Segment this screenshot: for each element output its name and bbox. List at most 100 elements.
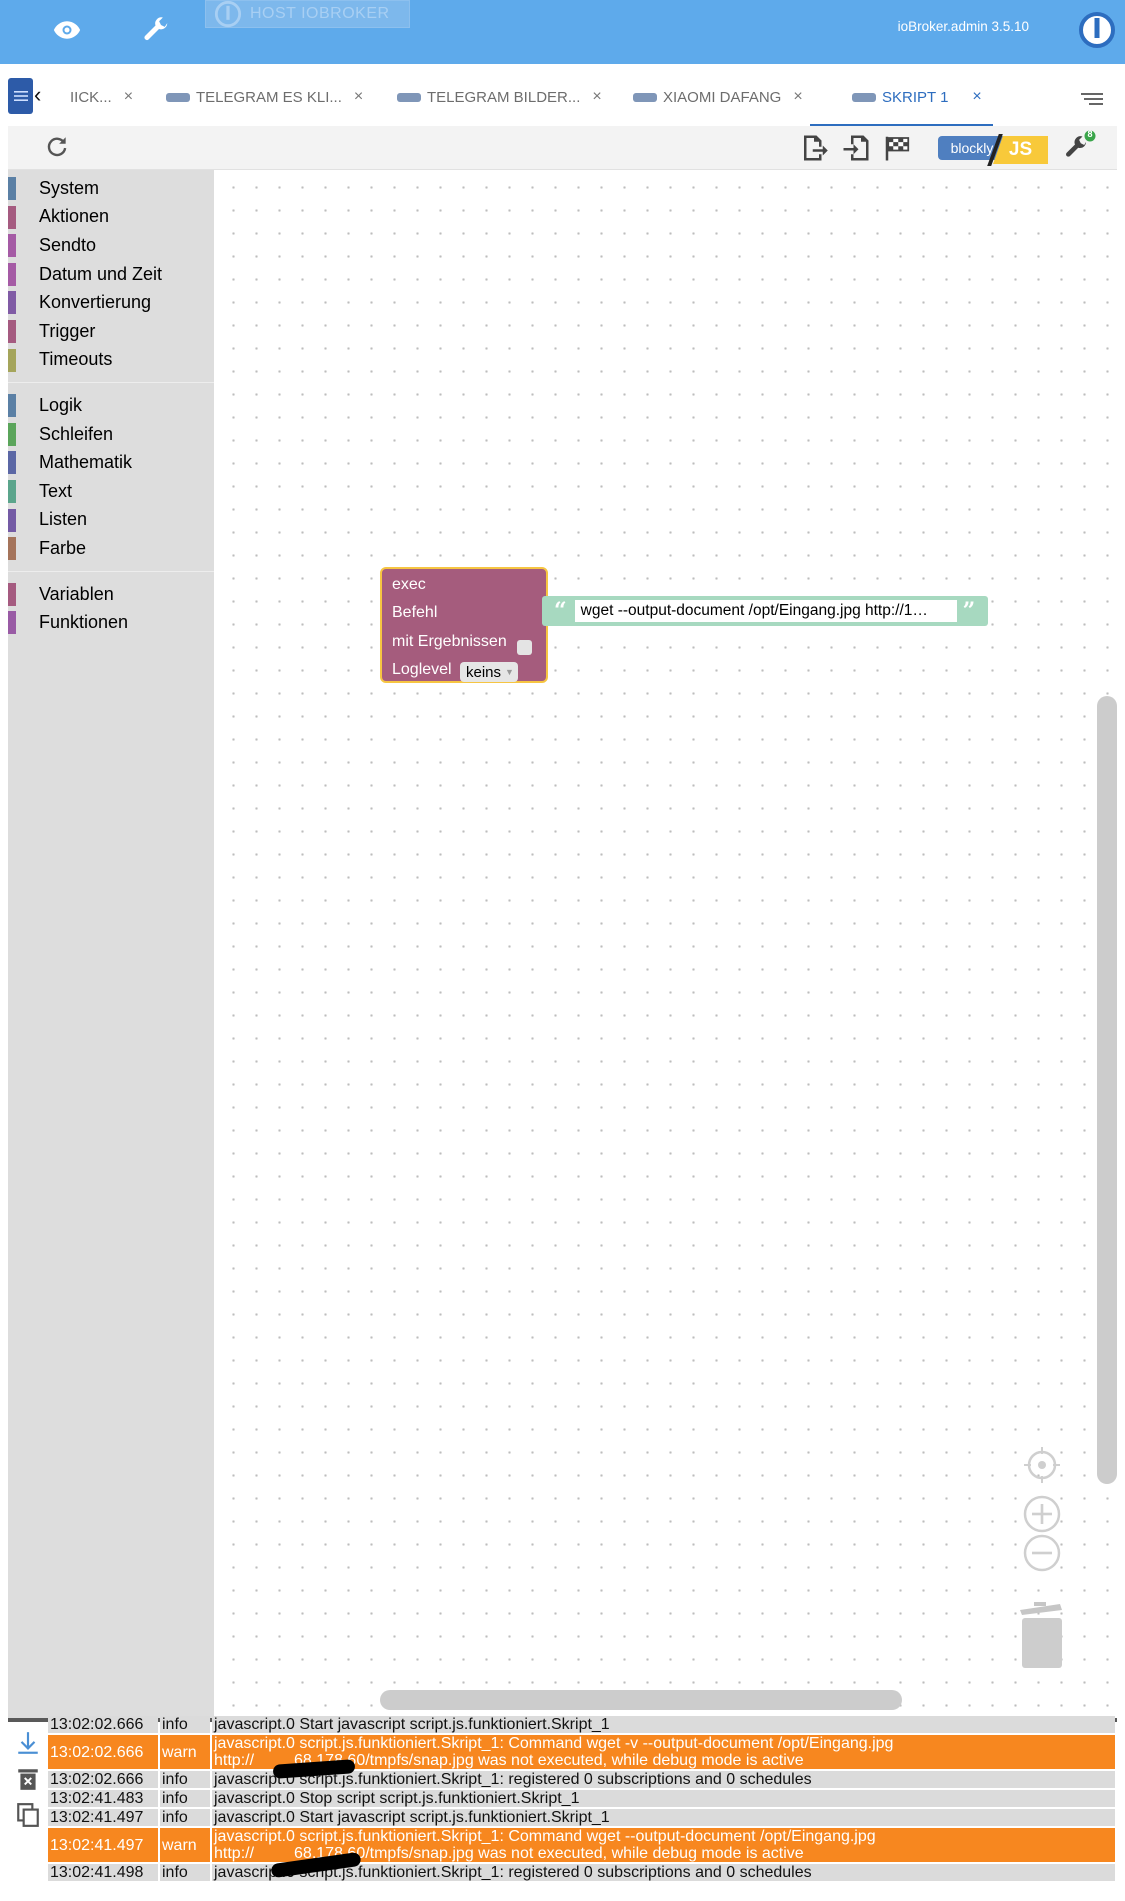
scroll-down-icon[interactable] [15, 1730, 41, 1756]
results-checkbox[interactable] [517, 640, 532, 655]
category-label: Farbe [39, 537, 87, 558]
menu-toggle-button[interactable] [8, 78, 33, 114]
tab-menu-icon[interactable] [1081, 92, 1103, 106]
category-konvertierung[interactable]: Konvertierung [8, 288, 214, 317]
tab-script-0[interactable]: IICK... × [70, 84, 133, 110]
close-quote-icon: ” [962, 598, 976, 624]
refresh-icon[interactable] [44, 134, 70, 160]
category-color-bar [8, 582, 16, 606]
blockly-icon [397, 92, 421, 102]
category-text[interactable]: Text [8, 477, 214, 506]
debug-flag-icon[interactable] [881, 132, 913, 164]
tab-script-3[interactable]: XIAOMI DAFANG × [633, 84, 803, 110]
category-label: Timeouts [39, 349, 113, 370]
category-aktionen[interactable]: Aktionen [8, 203, 214, 232]
category-trigger[interactable]: Trigger [8, 317, 214, 346]
loglevel-dropdown[interactable]: keins ▼ [460, 662, 518, 682]
blockly-icon [633, 92, 657, 102]
category-label: Text [39, 480, 73, 501]
category-label: Konvertierung [39, 292, 152, 313]
category-color-bar [8, 262, 16, 286]
settings-wrench-icon[interactable]: 8 [1062, 129, 1096, 164]
blockly-workspace[interactable]: exec Befehl mit Ergebnissen Loglevel kei… [214, 170, 1117, 1718]
category-sendto[interactable]: Sendto [8, 231, 214, 260]
log-time: 13:02:41.497 [48, 1809, 158, 1826]
tab-label: XIAOMI DAFANG [663, 88, 782, 106]
vertical-scrollbar[interactable] [1097, 696, 1117, 1484]
category-mathematik[interactable]: Mathematik [8, 448, 214, 477]
power-icon[interactable] [1077, 10, 1117, 50]
tab-script-1[interactable]: TELEGRAM ES KLI... × [166, 84, 363, 110]
eye-icon[interactable] [47, 10, 87, 50]
category-timeouts[interactable]: Timeouts [8, 346, 214, 375]
log-message: javascript.0 Stop script script.js.funkt… [212, 1790, 1115, 1807]
close-icon[interactable]: × [354, 88, 363, 106]
top-bar: HOST IOBROKER ioBroker.admin 3.5.10 [0, 0, 1125, 64]
log-entry: 13:02:41.497 info javascript.0 Start javas… [48, 1809, 1115, 1826]
blockly-icon [852, 92, 876, 102]
log-entry: 13:02:02.666 info javascript.0 script.js.f… [48, 1771, 1115, 1788]
log-time: 13:02:41.483 [48, 1790, 158, 1807]
close-icon[interactable]: × [972, 88, 981, 106]
category-logik[interactable]: Logik [8, 391, 214, 420]
trash-icon[interactable] [1018, 1600, 1064, 1670]
category-color-bar [8, 205, 16, 229]
delete-log-icon[interactable] [15, 1766, 41, 1792]
category-color-bar [8, 451, 16, 475]
hamburger-icon [13, 91, 28, 101]
tab-scroll-left-icon[interactable]: ‹ [34, 82, 41, 108]
export-icon[interactable] [798, 132, 830, 164]
log-entry: 13:02:02.666 info javascript.0 Start javas… [48, 1716, 1115, 1733]
log-level: info [160, 1864, 210, 1881]
log-level: info [160, 1771, 210, 1788]
category-color-bar [8, 537, 16, 561]
category-color-bar [8, 319, 16, 343]
category-color-bar [8, 177, 16, 200]
log-time: 13:02:41.498 [48, 1864, 158, 1881]
log-entry: 13:02:41.483 info javascript.0 Stop script… [48, 1790, 1115, 1807]
tab-script-2[interactable]: TELEGRAM BILDER... × [397, 84, 602, 110]
exec-block[interactable]: exec Befehl mit Ergebnissen Loglevel kei… [380, 567, 548, 683]
chevron-down-icon: ▼ [505, 667, 514, 677]
app-root: HOST IOBROKER ioBroker.admin 3.5.10 ‹ II… [0, 0, 1125, 1901]
log-list: 13:02:02.666 info javascript.0 Start javas… [48, 1716, 1115, 1883]
category-label: Sendto [39, 234, 97, 255]
text-string-block[interactable]: “ wget --output-document /opt/Eingang.jp… [542, 596, 988, 626]
tab-script-active[interactable]: SKRIPT 1 × [852, 84, 982, 110]
category-system[interactable]: System [8, 174, 214, 203]
toolbox-sidebar: System Aktionen Sendto Datum und Zeit Konver… [8, 170, 214, 1718]
category-color-bar [8, 234, 16, 258]
host-selector[interactable]: HOST IOBROKER [205, 0, 410, 28]
category-label: Funktionen [39, 612, 129, 633]
import-icon[interactable] [840, 132, 872, 164]
category-listen[interactable]: Listen [8, 506, 214, 535]
log-toolbar [8, 1722, 46, 1901]
zoom-in-icon[interactable] [1022, 1494, 1062, 1534]
copy-icon[interactable] [15, 1802, 41, 1828]
category-variablen[interactable]: Variablen [8, 580, 214, 609]
horizontal-scrollbar[interactable] [380, 1690, 902, 1710]
close-icon[interactable]: × [793, 88, 802, 106]
category-datum-und-zeit[interactable]: Datum und Zeit [8, 260, 214, 289]
category-label: Trigger [39, 320, 96, 341]
category-label: Aktionen [39, 206, 110, 227]
tab-label: TELEGRAM ES KLI... [196, 88, 342, 106]
zoom-out-icon[interactable] [1022, 1533, 1062, 1573]
category-separator [8, 374, 214, 384]
command-text-field[interactable]: wget --output-document /opt/Eingang.jpg … [574, 600, 957, 622]
loglevel-value: keins [466, 663, 502, 681]
category-funktionen[interactable]: Funktionen [8, 608, 214, 637]
recenter-icon[interactable] [1022, 1445, 1062, 1485]
category-color-bar [8, 508, 16, 532]
tab-row: ‹ IICK... × TELEGRAM ES KLI... × TELEGRA… [0, 64, 1125, 126]
settings-badge: 8 [1087, 129, 1093, 139]
close-icon[interactable]: × [592, 88, 601, 106]
category-farbe[interactable]: Farbe [8, 534, 214, 563]
category-label: Schleifen [39, 423, 114, 444]
wrench-icon[interactable] [136, 10, 176, 50]
exec-results-label: mit Ergebnissen [392, 633, 507, 650]
category-color-bar [8, 611, 16, 635]
category-schleifen[interactable]: Schleifen [8, 420, 214, 449]
tab-label: TELEGRAM BILDER... [427, 88, 581, 106]
close-icon[interactable]: × [124, 88, 133, 106]
